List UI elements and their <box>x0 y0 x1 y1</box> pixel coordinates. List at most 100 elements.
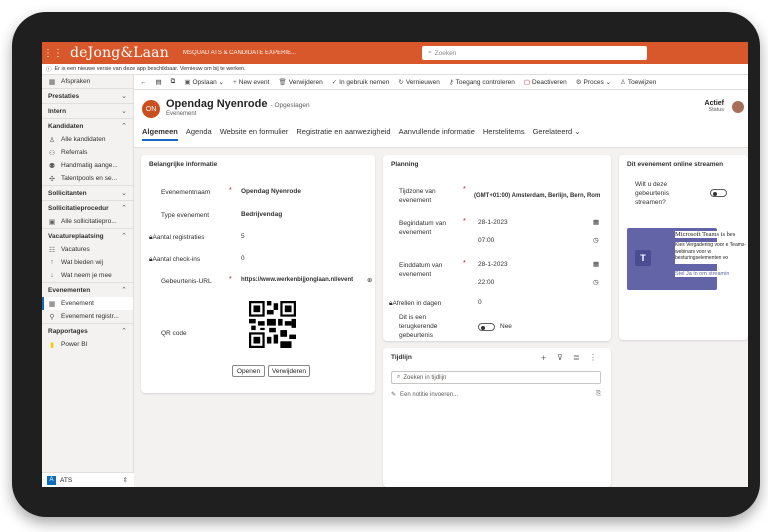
brand-logo: deJong&Laan <box>70 45 169 61</box>
tab-aanvullend[interactable]: Aanvullende informatie <box>399 127 475 141</box>
sidebar-group-rapportages[interactable]: Rapportages ⌃ <box>42 323 133 338</box>
arrow-down-icon: ↓ <box>50 272 54 279</box>
sidebar-item-alle-sollicitaties[interactable]: ▣ Alle sollicitatiepro... <box>42 215 133 228</box>
calendar-icon: ▦ <box>48 78 56 86</box>
sidebar-group-sollicitatieprocedure[interactable]: Sollicitatieprocedur ⌃ <box>42 200 133 215</box>
key-icon: ⚷ <box>448 79 454 86</box>
popout-icon[interactable]: ⧉ <box>171 78 176 86</box>
more-icon[interactable]: ⋮ <box>589 353 597 362</box>
sidebar-group-intern[interactable]: Intern ⌄ <box>42 103 133 118</box>
process-icon: ⚙ <box>575 79 582 86</box>
sidebar-item-referrals[interactable]: ⚇ Referrals <box>42 146 133 159</box>
sidebar-item-vacatures[interactable]: ☷ Vacatures <box>42 243 133 256</box>
sidebar-group-sollicitanten[interactable]: Sollicitanten ⌄ <box>42 185 133 200</box>
calendar-icon[interactable]: ▦ <box>593 260 599 268</box>
record-avatar: ON <box>142 100 160 118</box>
new-event-button[interactable]: + New event <box>233 79 270 86</box>
status-value: Actief <box>704 100 724 107</box>
sidebar-item-wat-bieden-wij[interactable]: ↑ Wat bieden wij <box>42 256 133 269</box>
trash-icon: 🗑 <box>278 79 287 86</box>
tab-gerelateerd[interactable]: Gerelateerd ⌄ <box>533 127 581 141</box>
attachment-icon[interactable]: ⎘ <box>596 391 601 398</box>
timezone-value[interactable]: (GMT+01:00) Amsterdam, Berlijn, Bern, Ro… <box>474 193 600 199</box>
timeline-search-input[interactable]: ⌕ Zoeken in tijdlijn <box>391 371 601 384</box>
clock-icon[interactable]: ◷ <box>593 278 599 286</box>
back-icon[interactable]: ← <box>140 79 147 86</box>
card-title: Dit evenement online streamen <box>627 161 724 168</box>
app-launcher-icon[interactable]: ⋮⋮ <box>42 48 64 59</box>
stream-toggle[interactable] <box>710 189 727 197</box>
activate-button[interactable]: ✓ In gebruik nemen <box>332 78 390 86</box>
teams-cta: Stel Ja in om streamin <box>675 271 748 277</box>
record-title: Opendag Nyenrode - Opgeslagen <box>166 98 310 110</box>
open-button[interactable]: Openen <box>232 365 265 377</box>
assign-button[interactable]: ♙ Toewijzen <box>620 78 656 86</box>
sidebar-item-talentpools[interactable]: ✣ Talentpools en se... <box>42 172 133 185</box>
filter-icon[interactable]: ⊽ <box>557 353 563 362</box>
required-icon: * <box>463 218 466 225</box>
checkins-label: 🔒︎Aantal check-ins <box>149 256 201 263</box>
tab-herstelitems[interactable]: Herstelitems <box>483 127 525 141</box>
check-access-button[interactable]: ⚷ Toegang controleren <box>449 78 515 86</box>
tab-agenda[interactable]: Agenda <box>186 127 212 141</box>
recurring-toggle[interactable] <box>478 323 495 331</box>
end-date[interactable]: 28-1-2023 <box>478 261 508 268</box>
url-value[interactable]: https://www.werkenbijjonglaan.nl/event <box>241 277 353 283</box>
record-header: ON Opendag Nyenrode - Opgeslagen Eveneme… <box>134 90 748 148</box>
sidebar-group-kandidaten[interactable]: Kandidaten ⌃ <box>42 118 133 133</box>
refresh-icon: ↻ <box>398 79 404 86</box>
delete-button[interactable]: 🗑 Verwijderen <box>278 78 322 86</box>
check-circle-icon: ✓ <box>331 79 338 86</box>
clock-icon[interactable]: ◷ <box>593 236 599 244</box>
save-state: - Opgeslagen <box>270 102 310 109</box>
sidebar-item-alle-kandidaten[interactable]: ♙ Alle kandidaten <box>42 133 133 146</box>
talent-icon: ✣ <box>49 175 55 183</box>
required-icon: * <box>463 186 466 193</box>
tab-algemeen[interactable]: Algemeen <box>142 127 178 141</box>
sidebar-item-afspraken[interactable]: ▦ Afspraken <box>42 75 133 88</box>
arrow-up-icon: ↑ <box>50 259 54 266</box>
owner-avatar[interactable] <box>730 99 746 115</box>
referral-icon: ⚇ <box>48 149 56 157</box>
tablet-frame: ⋮⋮ deJong&Laan MSQUAD ATS & CANDIDATE EX… <box>12 12 760 517</box>
sidebar-group-prestaties[interactable]: Prestaties ⌄ <box>42 88 133 103</box>
sidebar-item-evenement[interactable]: ▦ Evenement <box>42 297 133 310</box>
sidebar-group-evenementen[interactable]: Evenementen ⌃ <box>42 282 133 297</box>
calendar-icon[interactable]: ▦ <box>593 218 599 226</box>
globe-icon[interactable]: ⊕ <box>367 276 372 284</box>
sidebar-item-power-bi[interactable]: ▮ Power BI <box>42 338 133 351</box>
delete-qr-button[interactable]: Verwijderen <box>268 365 310 377</box>
name-label: Evenementnaam <box>161 189 211 196</box>
process-button[interactable]: ⚙ Proces ⌄ <box>576 78 611 86</box>
registration-icon: ⚲ <box>49 313 55 321</box>
sidebar-item-handmatig[interactable]: ⚉ Handmatig aange... <box>42 159 133 172</box>
sidebar-item-wat-neem-je-mee[interactable]: ↓ Wat neem je mee <box>42 269 133 282</box>
refresh-button[interactable]: ↻ Vernieuwen <box>398 78 439 86</box>
plus-icon[interactable]: + <box>541 353 546 363</box>
form-icon[interactable]: ▤ <box>156 78 162 86</box>
plus-icon: + <box>232 78 237 86</box>
tab-website[interactable]: Website en formulier <box>220 127 289 141</box>
record-entity: Evenement <box>166 111 197 117</box>
timezone-label: Tijdzone van evenement <box>399 188 436 204</box>
recurring-value: Nee <box>500 323 512 330</box>
sidebar-item-evenement-registratie[interactable]: ⚲ Evenement registr... <box>42 310 133 323</box>
start-time[interactable]: 07:00 <box>478 237 494 244</box>
sidebar-group-vacatureplaatsing[interactable]: Vacatureplaatsing ⌃ <box>42 228 133 243</box>
start-date[interactable]: 28-1-2023 <box>478 219 508 226</box>
timeline-note-input[interactable]: ✎ Een notitie invoeren... ⎘ <box>391 391 601 398</box>
info-icon: ⓘ <box>46 67 52 73</box>
chevron-down-icon: ⌄ <box>121 108 127 115</box>
end-time[interactable]: 22:00 <box>478 279 494 286</box>
app-name[interactable]: MSQUAD ATS & CANDIDATE EXPERIE... <box>183 50 296 56</box>
name-value[interactable]: Opendag Nyenrode <box>241 188 301 195</box>
tab-registratie[interactable]: Registratie en aanwezigheid <box>296 127 390 141</box>
save-button[interactable]: ▣ Opslaan ⌄ <box>184 78 224 86</box>
deactivate-button[interactable]: ▢ Deactiveren <box>524 78 567 86</box>
search-placeholder: Zoeken <box>434 49 457 57</box>
global-search[interactable]: ⌕ Zoeken <box>422 46 647 60</box>
area-switcher[interactable]: A ATS ⇕ <box>42 472 134 487</box>
type-value[interactable]: Bedrijvendag <box>241 211 282 218</box>
sort-icon[interactable]: ≣ <box>573 353 580 362</box>
status-label: Status <box>708 107 724 113</box>
